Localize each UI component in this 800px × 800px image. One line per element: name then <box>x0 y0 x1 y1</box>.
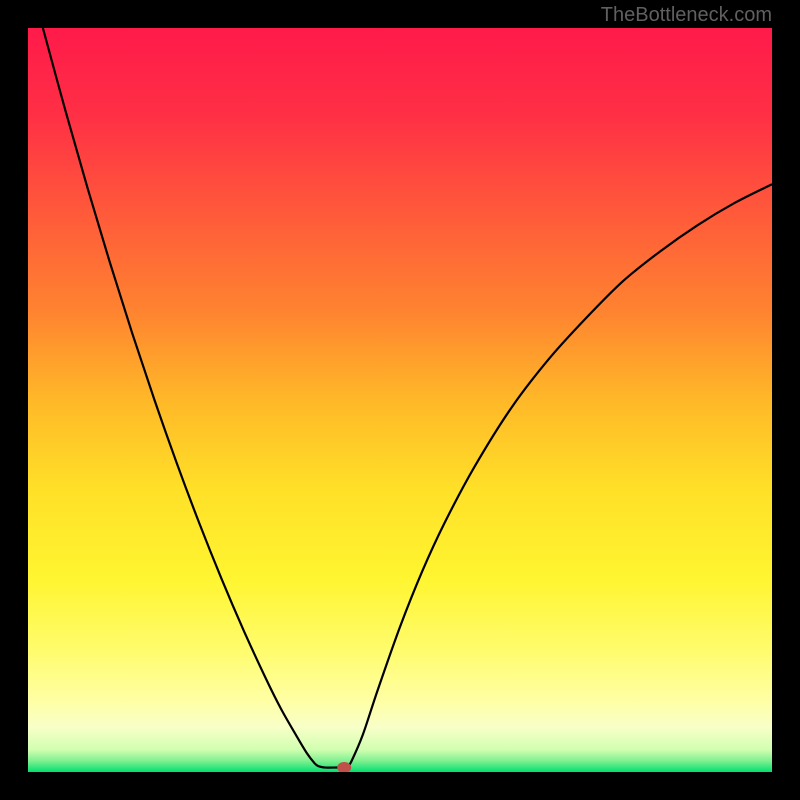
chart-background <box>28 28 772 772</box>
watermark-text: TheBottleneck.com <box>601 4 772 27</box>
chart-svg <box>28 28 772 772</box>
chart-container <box>28 28 772 772</box>
